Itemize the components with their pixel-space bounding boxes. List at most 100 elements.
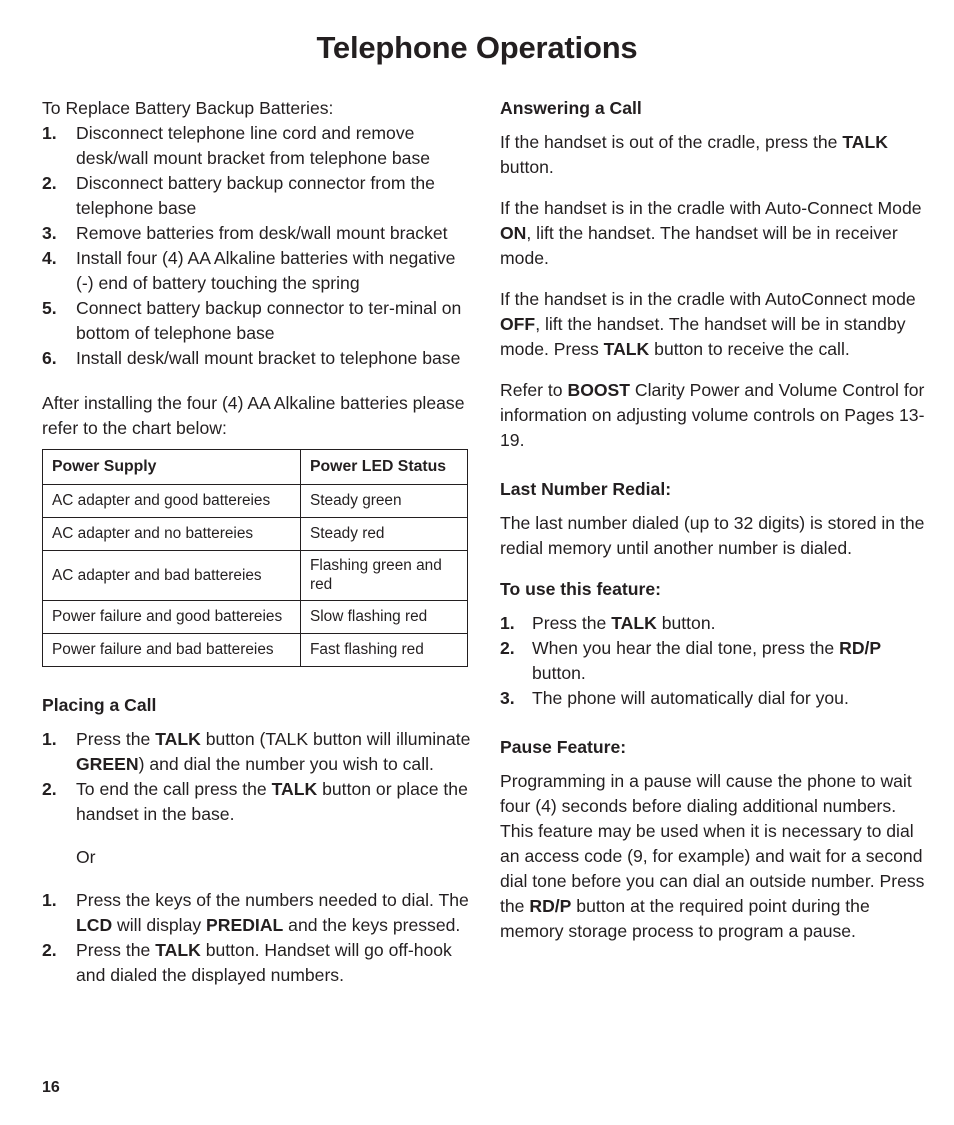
list-item-text: The phone will automatically dial for yo…	[532, 686, 925, 711]
list-item: 2. Disconnect battery backup connector f…	[42, 171, 472, 221]
replace-batteries-intro: To Replace Battery Backup Batteries:	[42, 98, 334, 118]
list-item-number: 2.	[500, 638, 515, 658]
list-item: 3. Remove batteries from desk/wall mount …	[42, 221, 472, 246]
plain-text: To end the call press the	[76, 779, 272, 799]
plain-text: button.	[500, 157, 554, 177]
right-column: Answering a Call If the handset is out o…	[500, 96, 925, 960]
plain-text: Press the keys of the numbers needed to …	[76, 890, 469, 910]
placing-call-steps-list-first: 1. Press the TALK button (TALK button wil…	[42, 727, 472, 827]
table-row: AC adapter and bad battereies Flashing gr…	[42, 550, 468, 601]
plain-text: and the keys pressed.	[283, 915, 461, 935]
list-item: 2. When you hear the dial tone, press the…	[500, 636, 925, 686]
plain-text: ) and dial the number you wish to call.	[138, 754, 434, 774]
plain-text: The phone will automatically dial for yo…	[532, 688, 849, 708]
plain-text: button to receive the call.	[649, 339, 850, 359]
list-item-number: 3.	[500, 688, 515, 708]
to-use-this-feature-heading: To use this feature:	[500, 579, 661, 599]
list-item-number: 2.	[42, 940, 57, 960]
emphasis-text: TALK	[611, 613, 657, 633]
use-feature-steps-list: 1. Press the TALK button. 2. When you hear …	[500, 611, 925, 711]
answering-a-call-paragraphs: If the handset is out of the cradle, pre…	[500, 130, 925, 453]
power-led-status-table: Power Supply Power LED Status AC adapter…	[42, 449, 468, 667]
list-item-number: 1.	[42, 890, 57, 910]
list-item-text: Connect battery backup connector to ter-…	[76, 298, 462, 343]
emphasis-text: TALK	[155, 940, 201, 960]
list-item-text: Press the TALK button. Handset will go o…	[76, 938, 472, 988]
list-item: 1. Disconnect telephone line cord and rem…	[42, 121, 472, 171]
answering-paragraph: If the handset is in the cradle with Aut…	[500, 196, 925, 271]
cell-power-led-status: Slow flashing red	[300, 600, 468, 634]
list-item-text: To end the call press the TALK button or…	[76, 777, 472, 827]
page-title: Telephone Operations	[316, 30, 638, 65]
left-column: To Replace Battery Backup Batteries: 1. D…	[42, 96, 472, 988]
emphasis-text: TALK	[603, 339, 650, 359]
emphasis-text: RD/P	[529, 896, 572, 916]
table-header-row: Power Supply Power LED Status	[42, 449, 468, 485]
answering-a-call-heading: Answering a Call	[500, 98, 642, 118]
list-item-number: 5.	[42, 298, 57, 318]
list-item-number: 2.	[42, 173, 57, 193]
list-item-text: Press the TALK button.	[532, 611, 925, 636]
last-number-redial-paragraph: The last number dialed (up to 32 digits)…	[500, 513, 925, 558]
table-row: Power failure and good battereies Slow fl…	[42, 600, 468, 634]
emphasis-text: TALK	[271, 779, 318, 799]
list-item-text: Disconnect telephone line cord and remov…	[76, 123, 431, 168]
replace-battery-steps-list: 1. Disconnect telephone line cord and rem…	[42, 121, 472, 371]
plain-text: If the handset is in the cradle with Aut…	[500, 289, 916, 309]
emphasis-text: ON	[500, 223, 527, 243]
table-row: Power failure and bad battereies Fast fla…	[42, 633, 468, 667]
or-separator-label: Or	[76, 847, 96, 867]
list-item: 2. Press the TALK button. Handset will go…	[42, 938, 472, 988]
answering-paragraph: If the handset is in the cradle with Aut…	[500, 287, 925, 362]
plain-text: button.	[656, 613, 716, 633]
cell-power-led-status: Fast flashing red	[300, 633, 468, 667]
plain-text: If the handset is out of the cradle, pre…	[500, 132, 843, 152]
table-row: AC adapter and good battereies Steady gre…	[42, 484, 468, 518]
list-item-number: 1.	[42, 729, 57, 749]
list-item-number: 3.	[42, 223, 57, 243]
list-item: 1. Press the keys of the numbers needed t…	[42, 888, 472, 938]
document-page: Telephone Operations To Replace Battery …	[0, 0, 954, 1125]
plain-text: button (TALK button will illuminate	[200, 729, 471, 749]
list-item: 4. Install four (4) AA Alkaline batteries…	[42, 246, 472, 296]
plain-text: When you hear the dial tone, press the	[532, 638, 840, 658]
list-item-number: 2.	[42, 779, 57, 799]
list-item: 2. To end the call press the TALK button …	[42, 777, 472, 827]
pause-feature-paragraph: Programming in a pause will cause the ph…	[500, 769, 925, 944]
cell-power-supply: AC adapter and no battereies	[42, 517, 301, 551]
list-item-text: Install desk/wall mount bracket to telep…	[76, 348, 461, 368]
answering-paragraph: If the handset is out of the cradle, pre…	[500, 130, 925, 180]
list-item-number: 6.	[42, 348, 57, 368]
cell-power-supply: Power failure and good battereies	[42, 600, 301, 634]
list-item-text: Press the TALK button (TALK button will …	[76, 727, 472, 777]
after-install-note: After installing the four (4) AA Alkalin…	[42, 393, 465, 438]
list-item-text: Press the keys of the numbers needed to …	[76, 888, 472, 938]
list-item-text: Remove batteries from desk/wall mount br…	[76, 223, 448, 243]
plain-text: Press the	[76, 729, 156, 749]
cell-power-supply: Power failure and bad battereies	[42, 633, 301, 667]
plain-text: Programming in a pause will cause the ph…	[500, 771, 925, 916]
cell-power-led-status: Flashing green and red	[300, 550, 468, 601]
plain-text: Refer to	[500, 380, 568, 400]
plain-text: button.	[532, 663, 586, 683]
plain-text: Press the	[76, 940, 156, 960]
cell-power-supply: AC adapter and good battereies	[42, 484, 301, 518]
list-item-text: Install four (4) AA Alkaline batteries w…	[76, 248, 456, 293]
page-number: 16	[42, 1079, 60, 1096]
cell-power-led-status: Steady green	[300, 484, 468, 518]
list-item: 6. Install desk/wall mount bracket to tel…	[42, 346, 472, 371]
emphasis-text: TALK	[842, 132, 888, 152]
cell-power-supply: AC adapter and bad battereies	[42, 550, 301, 601]
cell-power-led-status: Steady red	[300, 517, 468, 551]
list-item-text: When you hear the dial tone, press the R…	[532, 636, 925, 686]
emphasis-text: OFF	[500, 314, 536, 334]
table-body: AC adapter and good battereies Steady gre…	[42, 484, 468, 667]
emphasis-text: RD/P	[839, 638, 882, 658]
list-item: 5. Connect battery backup connector to te…	[42, 296, 472, 346]
list-item-text: Disconnect battery backup connector from…	[76, 173, 435, 218]
table-row: AC adapter and no battereies Steady red	[42, 517, 468, 551]
list-item-number: 1.	[42, 123, 57, 143]
emphasis-text: BOOST	[567, 380, 631, 400]
